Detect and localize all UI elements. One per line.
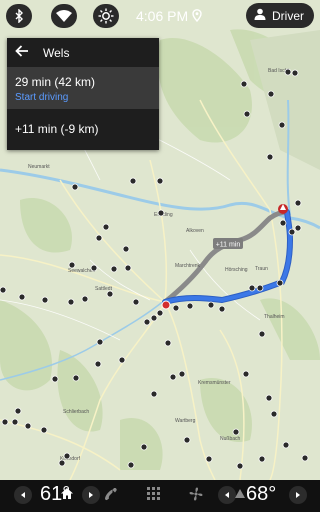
primary-route-option[interactable]: 29 min (42 km) Start driving [7, 67, 159, 109]
svg-text:Kremsmünster: Kremsmünster [198, 380, 231, 386]
start-driving-link[interactable]: Start driving [15, 92, 159, 103]
wifi-icon[interactable] [51, 4, 77, 28]
person-icon [254, 8, 266, 23]
origin-pin[interactable] [161, 300, 171, 310]
home-icon[interactable] [60, 487, 74, 505]
fan-icon[interactable] [189, 487, 203, 506]
back-arrow-icon[interactable] [15, 44, 29, 61]
svg-text:Schlierbach: Schlierbach [63, 409, 89, 415]
left-temp-up-icon[interactable] [82, 486, 100, 504]
bottom-nav-bar: 61° 68° [0, 480, 320, 512]
svg-text:Nußbach: Nußbach [220, 436, 241, 442]
brightness-icon[interactable] [93, 4, 119, 28]
profile-label: Driver [272, 8, 304, 23]
primary-route-summary: 29 min (42 km) [15, 75, 96, 89]
svg-text:Hörsching: Hörsching [225, 267, 248, 273]
route-panel-header: Wels [7, 38, 159, 67]
svg-text:Marchtrenk: Marchtrenk [175, 263, 201, 269]
left-temp-down-icon[interactable] [14, 486, 32, 504]
route-panel: Wels 29 min (42 km) Start driving +11 mi… [7, 38, 159, 150]
right-temp-up-icon[interactable] [289, 486, 307, 504]
svg-text:Thalheim: Thalheim [264, 314, 285, 320]
clock: 4:06 PM [136, 8, 189, 24]
svg-text:Neumarkt: Neumarkt [28, 164, 50, 170]
svg-text:Traun: Traun [255, 266, 268, 272]
svg-text:Wartberg: Wartberg [175, 418, 196, 424]
alt-route-label: +11 min [216, 242, 241, 249]
destination-pin[interactable] [278, 204, 288, 214]
location-icon [192, 9, 202, 25]
passenger-temperature: 68° [246, 483, 277, 505]
phone-icon[interactable] [104, 487, 118, 506]
bluetooth-icon[interactable] [6, 4, 32, 28]
notification-icon[interactable] [234, 487, 246, 505]
destination-title: Wels [43, 45, 70, 60]
apps-grid-icon[interactable] [147, 487, 160, 505]
profile-button[interactable]: Driver [246, 3, 314, 28]
status-bar: 4:06 PM Driver [0, 0, 320, 32]
alternate-route-option[interactable]: +11 min (-9 km) [7, 109, 159, 136]
svg-text:Alkoven: Alkoven [186, 228, 204, 234]
